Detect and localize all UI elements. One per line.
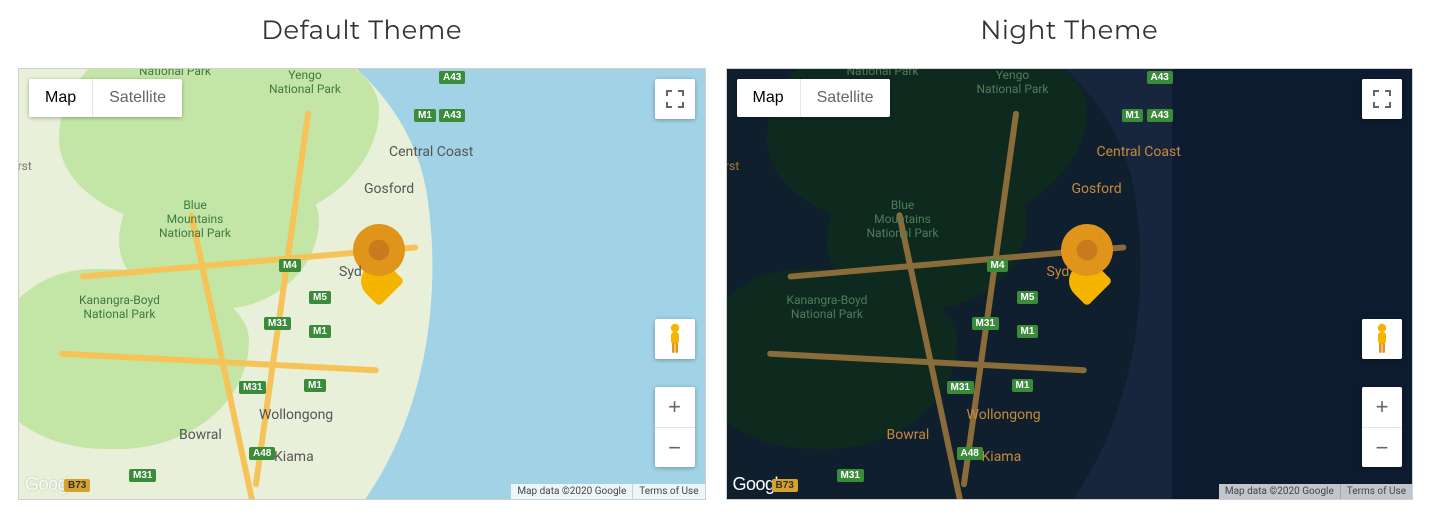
road-shield: M1 [1122,109,1144,122]
road-shield: A43 [1147,109,1173,122]
road-shield: M5 [309,291,331,304]
pegman-control [655,319,695,359]
road-shield: M31 [837,469,864,482]
city-label: Central Coast [389,144,473,160]
location-marker[interactable] [1057,224,1117,299]
fullscreen-icon [1373,90,1391,108]
zoom-out-button[interactable]: − [1362,427,1402,467]
pegman-icon [661,322,689,356]
city-label: Syd [339,264,362,280]
park-label: Kanangra-Boyd National Park [787,294,868,322]
zoom-control: + − [655,387,695,467]
road-shield: M31 [264,317,291,330]
fullscreen-icon [666,90,684,108]
road-shield: M5 [1017,291,1039,304]
map-data-text: Map data ©2020 Google [1219,484,1340,499]
city-label: Kiama [982,449,1022,465]
fullscreen-button[interactable] [1362,79,1402,119]
road-shield: M4 [279,259,301,272]
fullscreen-control [655,79,695,119]
park-label: Blue Mountains National Park [159,199,231,240]
map-default[interactable]: urst Map Satellite [18,68,706,500]
road-shield: B73 [772,479,798,492]
fullscreen-control [1362,79,1402,119]
road-shield: A43 [1147,71,1173,84]
park-label: Yengo National Park [269,69,341,97]
road-shield: M4 [987,259,1009,272]
zoom-in-button[interactable]: + [655,387,695,427]
fullscreen-button[interactable] [655,79,695,119]
park-label: Kanangra-Boyd National Park [79,294,160,322]
city-label: Syd [1047,264,1070,280]
city-label: Central Coast [1097,144,1181,160]
pegman-button[interactable] [1362,319,1402,359]
map-type-satellite-button[interactable]: Satellite [800,79,890,117]
city-label: Wollongong [259,407,333,423]
panel-title: Night Theme [726,0,1414,68]
terms-of-use-link[interactable]: Terms of Use [1340,484,1412,499]
map-edge-label: urst [726,159,740,173]
pegman-control [1362,319,1402,359]
pegman-icon [1368,322,1396,356]
road-shield: M1 [1012,379,1034,392]
road-shield: M1 [309,325,331,338]
city-label: Bowral [179,427,222,443]
park-label: National Park [847,68,919,79]
map-data-text: Map data ©2020 Google [511,484,632,499]
panel-night-theme: Night Theme urst Map Satellite [726,0,1414,500]
park-label: Blue Mountains National Park [867,199,939,240]
park-label: Yengo National Park [977,69,1049,97]
road-shield: A43 [439,109,465,122]
zoom-control: + − [1362,387,1402,467]
road-shield: A48 [957,447,983,460]
city-label: Bowral [887,427,930,443]
road-shield: M31 [129,469,156,482]
city-label: Gosford [1072,181,1122,197]
city-label: Wollongong [967,407,1041,423]
zoom-out-button[interactable]: − [655,427,695,467]
road-shield: A48 [249,447,275,460]
panel-default-theme: Default Theme urst Map Satellite [18,0,706,500]
road-shield: M31 [947,381,974,394]
road-shield: M31 [972,317,999,330]
map-type-map-button[interactable]: Map [29,79,92,117]
map-edge-label: urst [18,159,32,173]
road-shield: B73 [64,479,90,492]
city-label: Gosford [364,181,414,197]
road-shield: A43 [439,71,465,84]
map-type-control: Map Satellite [737,79,890,117]
map-type-control: Map Satellite [29,79,182,117]
map-type-map-button[interactable]: Map [737,79,800,117]
map-type-satellite-button[interactable]: Satellite [92,79,182,117]
road-shield: M1 [414,109,436,122]
road-shield: M1 [304,379,326,392]
city-label: Kiama [274,449,314,465]
park-label: National Park [139,68,211,79]
road-shield: M1 [1017,325,1039,338]
panel-title: Default Theme [18,0,706,68]
map-attribution: Map data ©2020 Google Terms of Use [511,484,704,499]
location-marker[interactable] [349,224,409,299]
zoom-in-button[interactable]: + [1362,387,1402,427]
terms-of-use-link[interactable]: Terms of Use [632,484,704,499]
pegman-button[interactable] [655,319,695,359]
map-attribution: Map data ©2020 Google Terms of Use [1219,484,1412,499]
map-night[interactable]: urst Map Satellite [726,68,1414,500]
road-shield: M31 [239,381,266,394]
